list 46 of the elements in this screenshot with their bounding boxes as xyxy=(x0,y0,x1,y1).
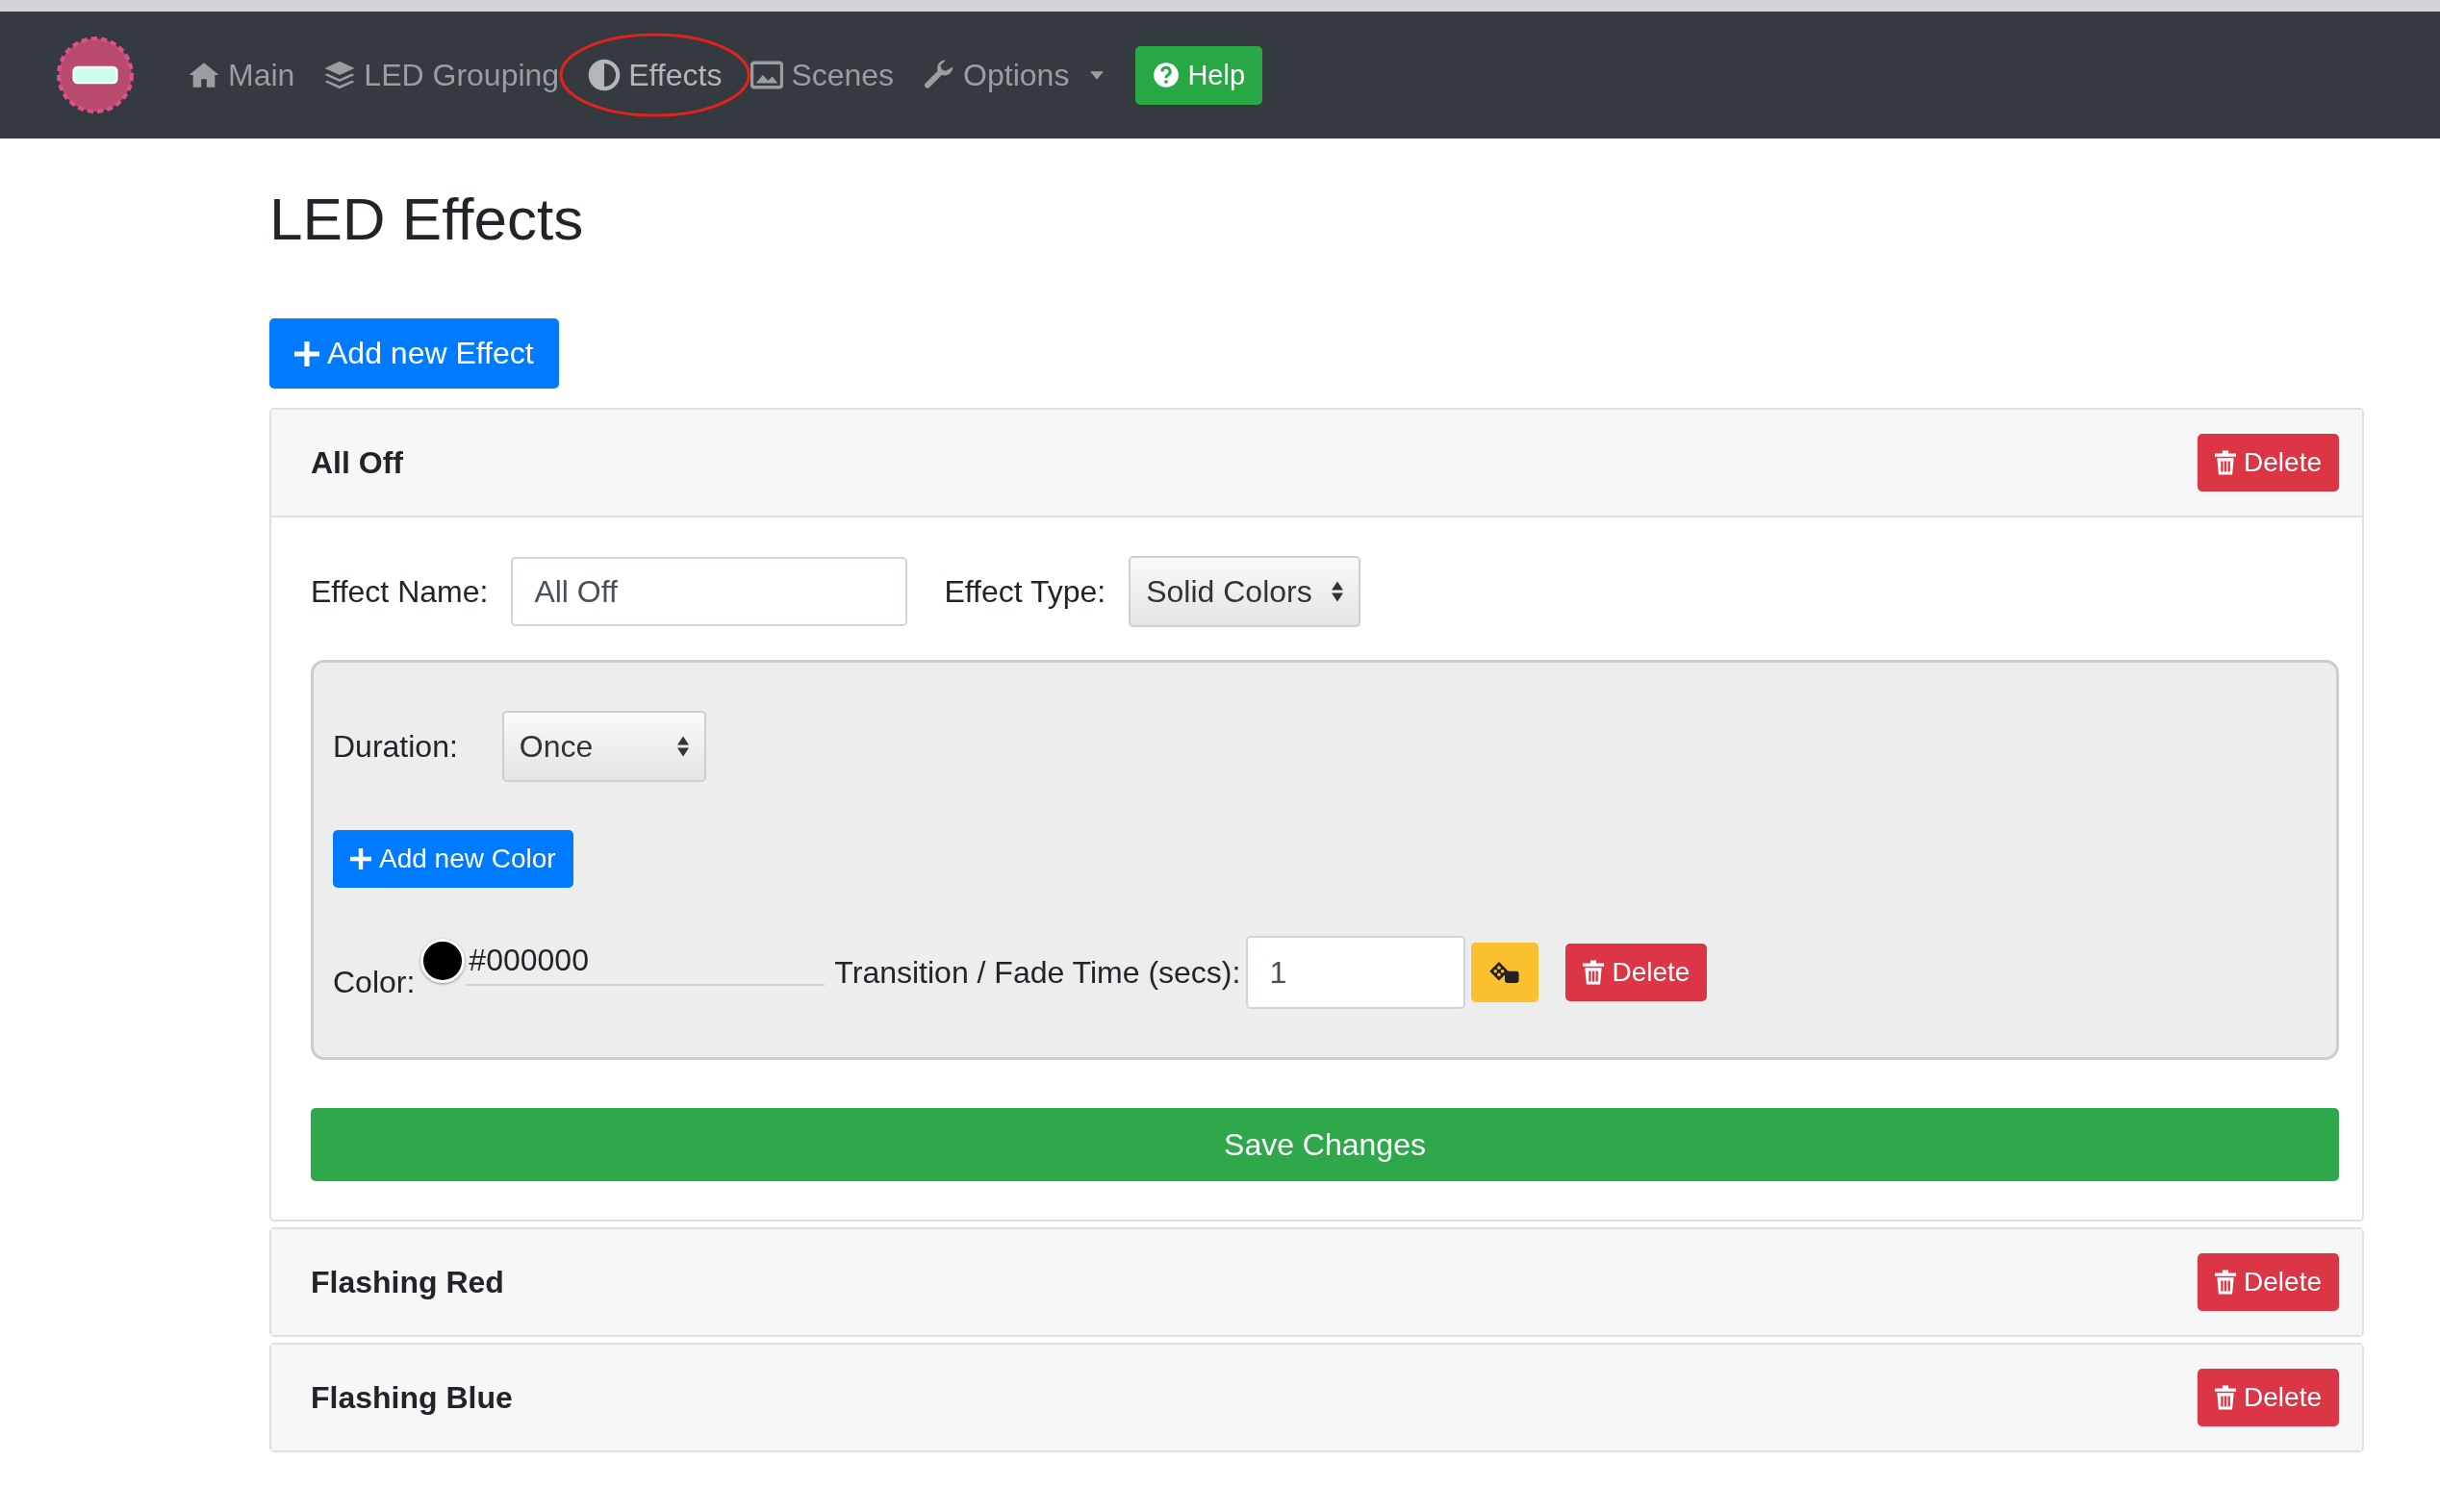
field-label: Transition / Fade Time (secs): xyxy=(834,954,1241,991)
delete-button[interactable]: Delete xyxy=(2198,434,2339,491)
field-label: Duration: xyxy=(333,728,458,765)
add-effect-button[interactable]: Add new Effect xyxy=(269,318,559,389)
duration-select[interactable]: Once xyxy=(501,711,706,782)
plus-icon xyxy=(350,848,371,869)
plus-icon xyxy=(294,340,319,366)
color-swatch[interactable] xyxy=(420,939,466,983)
effect-name-field[interactable]: All Off xyxy=(511,557,908,626)
trash-icon xyxy=(2215,1270,2237,1295)
half-circle-icon xyxy=(588,59,622,91)
fade-time-field[interactable]: 1 xyxy=(1246,936,1466,1009)
effect-title: Flashing Red xyxy=(311,1264,504,1300)
image-icon xyxy=(750,59,784,91)
card-header[interactable]: Flashing Red Delete xyxy=(271,1229,2362,1335)
field-label: Effect Type: xyxy=(944,573,1106,610)
save-changes-button[interactable]: Save Changes xyxy=(311,1108,2339,1181)
nav-link[interactable]: LED Grouping xyxy=(309,57,574,93)
sort-arrows-icon xyxy=(1331,581,1343,602)
color-hex-field[interactable]: #000000 xyxy=(467,942,826,986)
layers-icon xyxy=(323,59,357,91)
nav-link[interactable]: Options xyxy=(908,57,1119,93)
delete-button[interactable]: Delete xyxy=(2198,1253,2339,1311)
caret-icon xyxy=(1090,70,1105,80)
nav-link[interactable]: Main xyxy=(173,57,310,93)
nav-link[interactable]: Scenes xyxy=(736,57,909,93)
sort-arrows-icon xyxy=(676,736,689,757)
question-icon xyxy=(1153,62,1181,88)
delete-button[interactable]: Delete xyxy=(1565,944,1708,1001)
delete-button[interactable]: Delete xyxy=(2198,1369,2339,1426)
trash-icon xyxy=(1583,960,1605,985)
add-color-button[interactable]: Add new Color xyxy=(333,830,573,888)
effect-title: Flashing Blue xyxy=(311,1379,513,1416)
effect-type-select[interactable]: Solid Colors xyxy=(1129,556,1360,627)
page-title: LED Effects xyxy=(269,185,585,253)
field-label: Effect Name: xyxy=(311,573,489,610)
dice-icon xyxy=(1488,960,1522,985)
card-header[interactable]: Flashing Blue Delete xyxy=(271,1345,2362,1450)
trash-icon xyxy=(2215,450,2237,475)
trash-icon xyxy=(2215,1385,2237,1410)
field-label: Color: xyxy=(333,964,416,1000)
help-button[interactable]: Help xyxy=(1135,45,1263,105)
card-header[interactable]: All Off Delete xyxy=(271,410,2362,517)
effect-title: All Off xyxy=(311,444,403,481)
random-button[interactable] xyxy=(1471,943,1539,1002)
logo-icon[interactable] xyxy=(56,36,135,114)
